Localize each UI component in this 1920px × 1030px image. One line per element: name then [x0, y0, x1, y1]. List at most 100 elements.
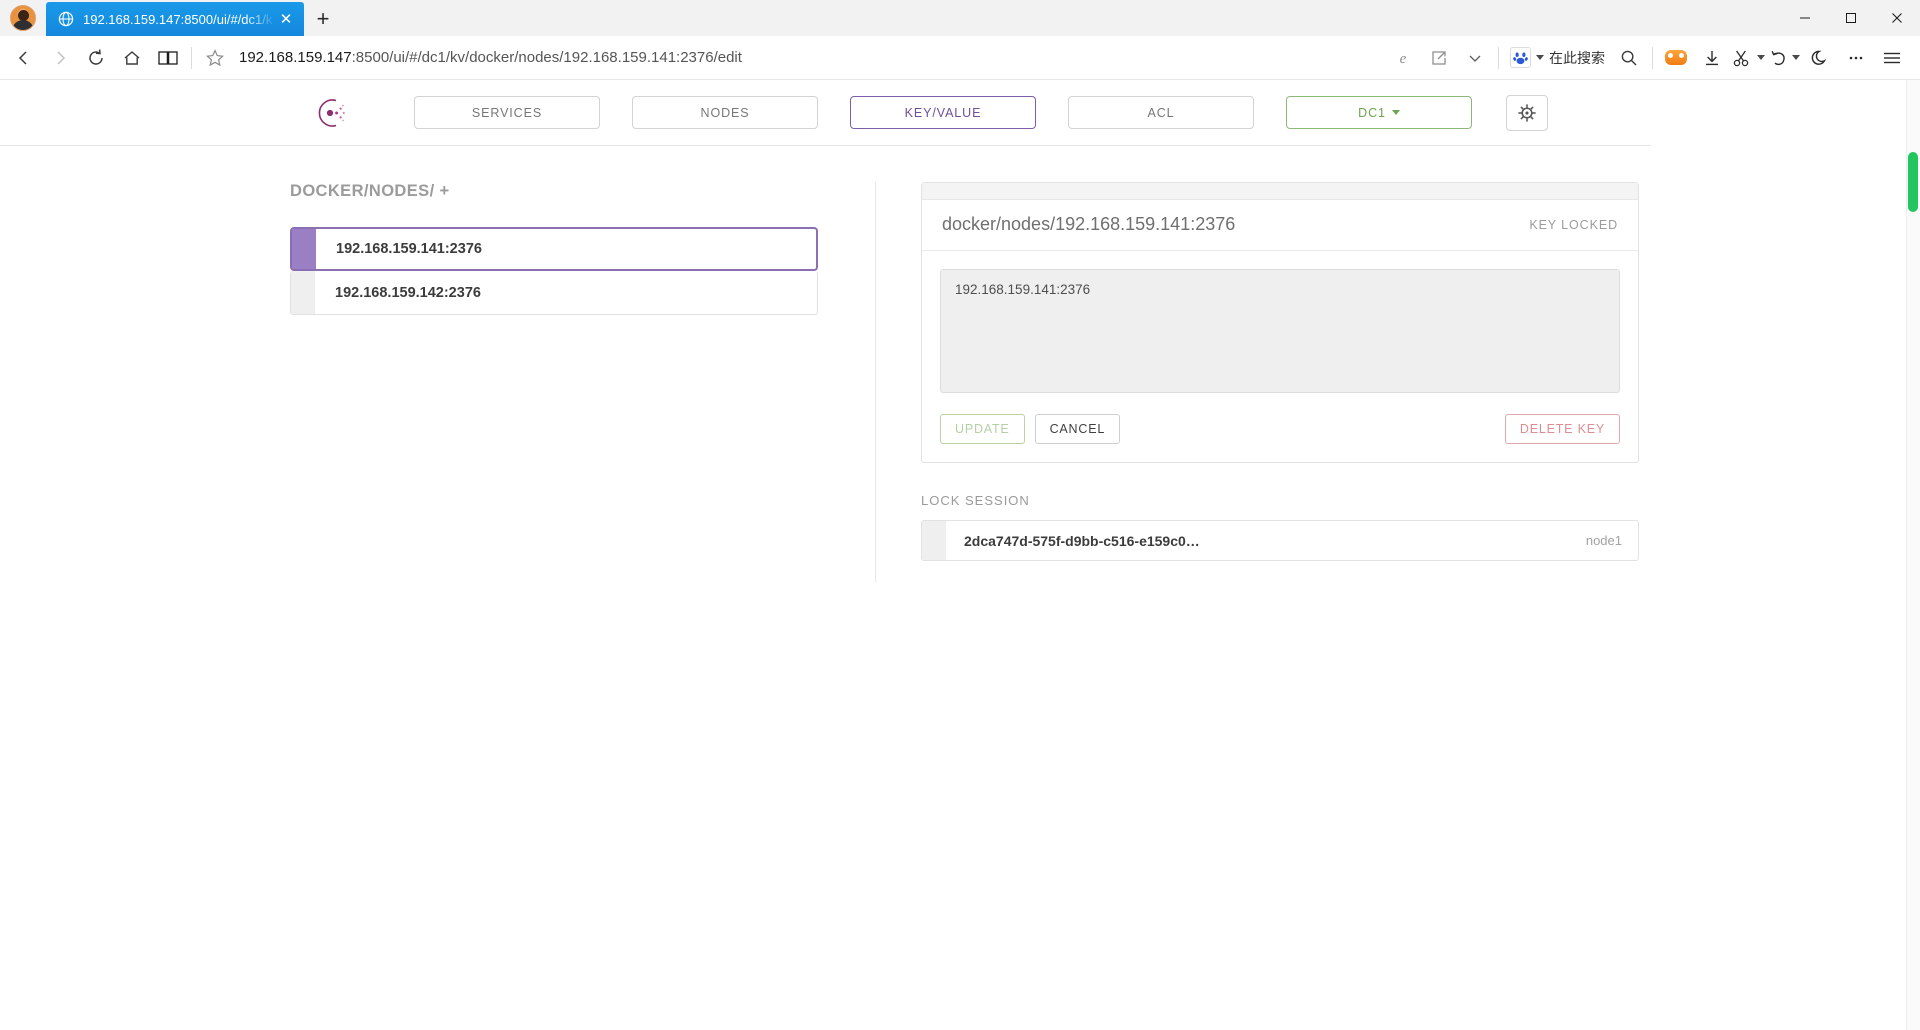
- download-icon: [1706, 50, 1718, 65]
- kv-detail-body: [922, 251, 1638, 398]
- kv-item-indicator: [292, 229, 316, 269]
- cancel-button[interactable]: CANCEL: [1034, 414, 1121, 444]
- reading-list-button[interactable]: [150, 41, 186, 75]
- search-engine-chip[interactable]: 在此搜索: [1504, 43, 1611, 73]
- tab-title: 192.168.159.147:8500/ui/#/dc1/k: [83, 11, 273, 27]
- back-button[interactable]: [6, 41, 42, 75]
- avatar: [10, 5, 36, 31]
- kv-detail-header: docker/nodes/192.168.159.141:2376 KEY LO…: [922, 200, 1638, 251]
- svg-text:e: e: [1400, 51, 1407, 67]
- nav-tab-key-value-label: KEY/VALUE: [904, 105, 982, 120]
- maximize-button[interactable]: [1828, 0, 1874, 36]
- history-caret-icon: [1791, 55, 1800, 60]
- toolbar-divider-3: [1652, 46, 1653, 69]
- url-path: :8500/ui/#/dc1/kv/docker/nodes/192.168.1…: [351, 49, 742, 66]
- panel-top-strip: [922, 183, 1638, 200]
- tab-strip: 192.168.159.147:8500/ui/#/dc1/k ✕ +: [0, 0, 1920, 36]
- breadcrumb[interactable]: DOCKER/NODES/ +: [290, 182, 875, 201]
- more-button[interactable]: [1838, 41, 1874, 75]
- search-engine-caret-icon: [1536, 55, 1544, 60]
- reload-icon: [89, 49, 103, 65]
- nav-tab-key-value[interactable]: KEY/VALUE: [850, 96, 1036, 129]
- nav-tab-services[interactable]: SERVICES: [414, 96, 600, 129]
- kv-item-label: 192.168.159.141:2376: [336, 241, 482, 257]
- forward-arrow-icon: [57, 50, 66, 65]
- internet-explorer-icon: e: [1400, 51, 1407, 67]
- scrollbar-thumb[interactable]: [1908, 152, 1918, 212]
- toolbar-right-buttons: e 在此搜索: [1385, 41, 1910, 75]
- browser-window: 192.168.159.147:8500/ui/#/dc1/k ✕ + 192.…: [0, 0, 1920, 1030]
- caret-down-icon: [1391, 110, 1400, 115]
- undo-icon: [1771, 50, 1785, 65]
- kv-browser-column: DOCKER/NODES/ + 192.168.159.141:2376 192…: [0, 182, 875, 582]
- kv-item-indicator: [291, 271, 315, 314]
- key-locked-badge: KEY LOCKED: [1529, 217, 1618, 232]
- history-button[interactable]: [1766, 41, 1802, 75]
- kv-list-item-selected[interactable]: 192.168.159.141:2376: [290, 227, 818, 271]
- collections-caret-icon: [1756, 55, 1765, 60]
- delete-key-button[interactable]: DELETE KEY: [1504, 414, 1620, 444]
- address-toolbar: 192.168.159.147:8500/ui/#/dc1/kv/docker/…: [0, 36, 1920, 80]
- downloads-button[interactable]: [1694, 41, 1730, 75]
- chevron-down-icon: [1469, 55, 1481, 62]
- lock-session-row[interactable]: 2dca747d-575f-d9bb-c516-e159c0… node1: [921, 520, 1639, 561]
- lock-session-title: LOCK SESSION: [921, 493, 1030, 508]
- nav-tab-services-label: SERVICES: [471, 105, 543, 120]
- globe-icon: [58, 11, 74, 27]
- ie-mode-button[interactable]: e: [1385, 41, 1421, 75]
- kv-value-input[interactable]: [940, 269, 1620, 393]
- kv-list-item[interactable]: 192.168.159.142:2376: [290, 271, 818, 315]
- forward-button[interactable]: [42, 41, 78, 75]
- profile-button[interactable]: [0, 0, 46, 36]
- back-arrow-icon: [18, 50, 27, 65]
- moon-icon: [1811, 50, 1827, 65]
- session-id-label: 2dca747d-575f-d9bb-c516-e159c0…: [964, 532, 1200, 549]
- hamburger-menu-icon: [1884, 52, 1900, 63]
- search-button[interactable]: [1611, 41, 1647, 75]
- search-icon: [1621, 50, 1637, 65]
- browser-tab[interactable]: 192.168.159.147:8500/ui/#/dc1/k ✕: [46, 2, 304, 36]
- book-icon: [158, 50, 178, 65]
- home-button[interactable]: [114, 41, 150, 75]
- nav-tab-acl-label: ACL: [1147, 105, 1175, 120]
- page-viewport: SERVICES NODES KEY/VALUE ACL DC1 DOCKER/…: [0, 80, 1920, 1030]
- toolbar-chevron-button[interactable]: [1457, 41, 1493, 75]
- scissors-icon: [1733, 50, 1748, 66]
- games-icon: [1665, 50, 1687, 65]
- share-button[interactable]: [1421, 41, 1457, 75]
- home-icon: [124, 50, 140, 65]
- nav-tab-nodes[interactable]: NODES: [632, 96, 818, 129]
- star-icon: [206, 48, 224, 66]
- settings-button[interactable]: [1506, 94, 1548, 131]
- baidu-paw-icon: [1510, 47, 1531, 68]
- session-node-label: node1: [1585, 533, 1622, 548]
- share-icon: [1432, 50, 1446, 65]
- games-button[interactable]: [1658, 41, 1694, 75]
- tab-close-icon[interactable]: ✕: [276, 9, 296, 29]
- consul-logo-icon[interactable]: [316, 96, 350, 130]
- reload-button[interactable]: [78, 41, 114, 75]
- ellipsis-icon: [1849, 56, 1863, 59]
- new-tab-button[interactable]: +: [304, 2, 342, 36]
- update-button[interactable]: UPDATE: [940, 414, 1025, 444]
- kv-key-name: docker/nodes/192.168.159.141:2376: [942, 214, 1236, 234]
- dark-mode-button[interactable]: [1802, 41, 1838, 75]
- collections-button[interactable]: [1730, 41, 1766, 75]
- close-window-button[interactable]: [1874, 0, 1920, 36]
- datacenter-selector[interactable]: DC1: [1286, 96, 1472, 129]
- gear-icon: [1518, 103, 1536, 122]
- kv-detail-column: docker/nodes/192.168.159.141:2376 KEY LO…: [875, 182, 1681, 582]
- search-placeholder-label: 在此搜索: [1549, 49, 1605, 66]
- url-host: 192.168.159.147: [239, 49, 352, 66]
- browser-menu-button[interactable]: [1874, 41, 1910, 75]
- minimize-button[interactable]: [1782, 0, 1828, 36]
- consul-navbar: SERVICES NODES KEY/VALUE ACL DC1: [0, 80, 1651, 146]
- address-bar[interactable]: 192.168.159.147:8500/ui/#/dc1/kv/docker/…: [233, 41, 1385, 75]
- kv-detail-panel: docker/nodes/192.168.159.141:2376 KEY LO…: [921, 182, 1639, 463]
- toolbar-divider: [191, 46, 192, 69]
- favorite-button[interactable]: [197, 41, 233, 75]
- nav-tab-acl[interactable]: ACL: [1068, 96, 1254, 129]
- session-row-indicator: [922, 521, 946, 560]
- page-scrollbar[interactable]: [1906, 80, 1920, 1030]
- kv-item-label: 192.168.159.142:2376: [335, 284, 481, 301]
